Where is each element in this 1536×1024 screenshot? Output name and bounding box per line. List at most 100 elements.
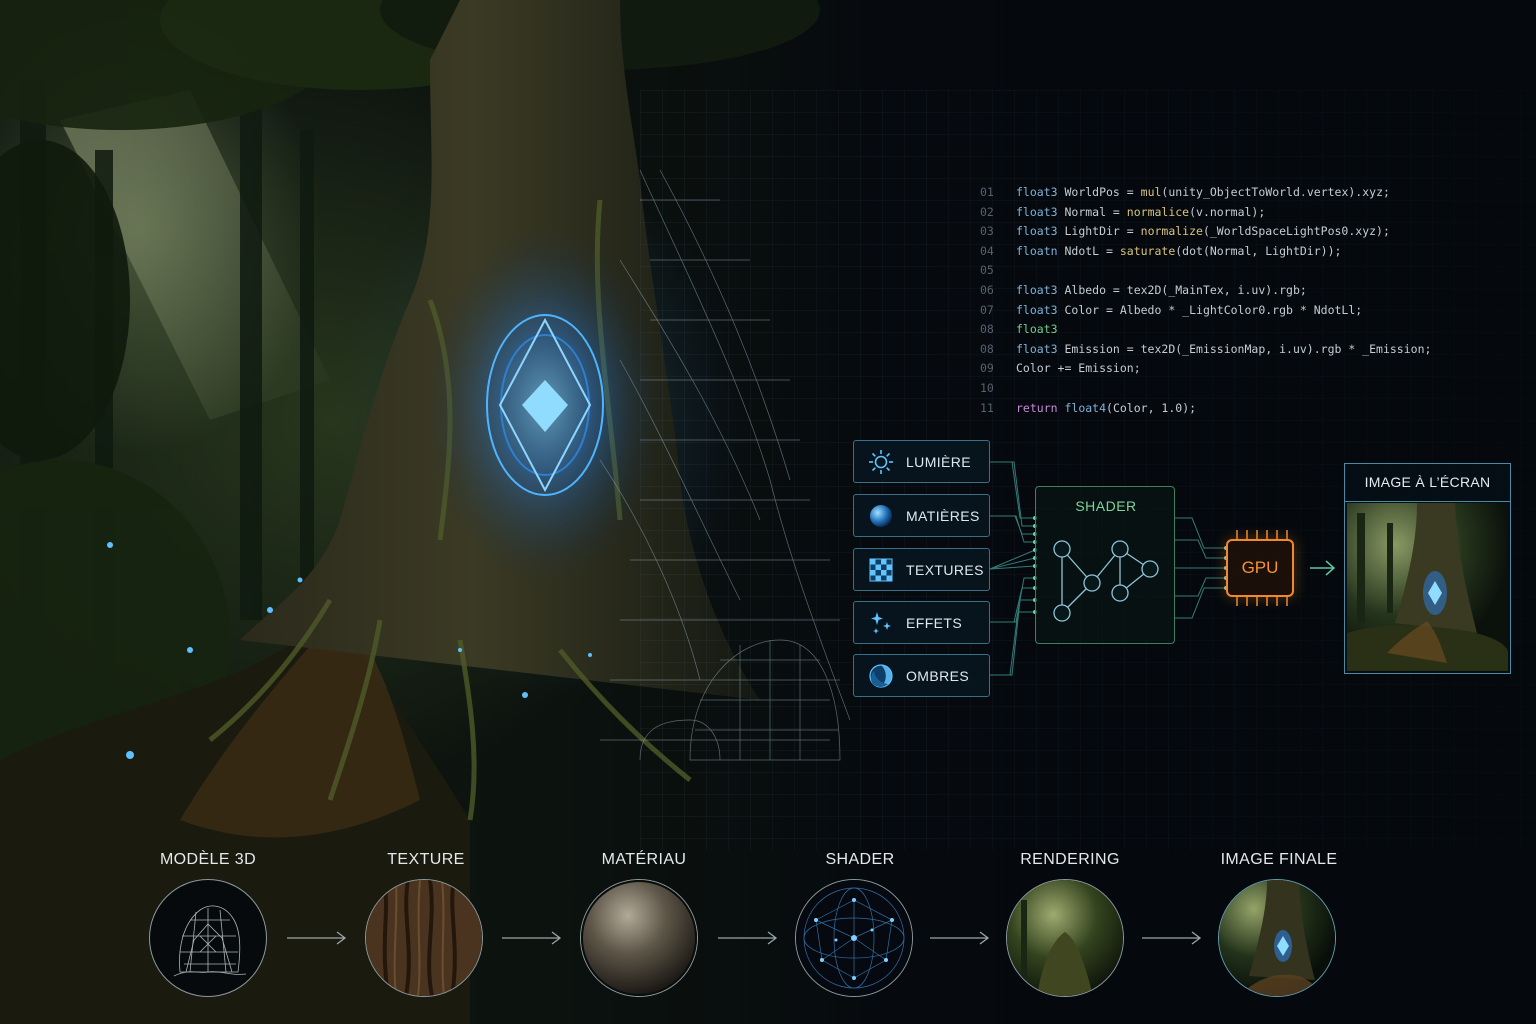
gpu-chip[interactable]: GPU (1226, 539, 1294, 597)
pipeline-label-rendering: RENDERING (1020, 851, 1120, 868)
pipeline-label-image-finale: IMAGE FINALE (1220, 851, 1338, 868)
code-token: float3 (1016, 224, 1058, 239)
mesh-icon (173, 905, 247, 977)
pipeline-stage-shader[interactable] (795, 879, 913, 997)
bark-texture-icon (366, 880, 482, 996)
pipeline-arrow (287, 931, 347, 945)
code-token: float3 (1016, 341, 1058, 356)
pipeline-stage-image-finale[interactable] (1218, 879, 1336, 997)
code-token: (v.normal); (1189, 204, 1266, 219)
code-token: floatn (1016, 243, 1058, 258)
code-token: Color = Albedo * _LightColor0.rgb * Ndot… (1057, 302, 1363, 317)
shader-sphere-icon (796, 880, 912, 996)
input-node-label: MATIÈRES (906, 507, 980, 524)
pipeline-label-texture: TEXTURE (387, 851, 465, 868)
gpu-label: GPU (1241, 558, 1279, 577)
pipeline-label-shader: SHADER (825, 851, 895, 868)
pipeline-stage-materiau[interactable] (580, 879, 698, 997)
code-token: float3 (1016, 204, 1058, 219)
material-sphere-icon (581, 880, 697, 996)
code-line-number: 09 (980, 361, 994, 376)
pipeline-arrow (930, 931, 990, 945)
code-token: float3 (1016, 322, 1058, 337)
code-token: return (1016, 400, 1058, 415)
code-line-number: 02 (980, 204, 994, 219)
rendered-image-thumbnail (1347, 503, 1508, 671)
input-node-effets[interactable]: EFFETS (853, 601, 990, 644)
checker-icon (869, 558, 893, 581)
code-line: 09 Color += Emission; (980, 359, 1480, 379)
render-sphere-icon (1007, 880, 1123, 996)
code-line: 06 float3 Albedo = tex2D(_MainTex, i.uv).… (980, 281, 1480, 301)
code-token: . (1299, 185, 1307, 199)
shader-node[interactable]: SHADER (1035, 486, 1175, 644)
sun-icon (869, 449, 893, 474)
final-image-icon (1219, 880, 1335, 996)
code-token: WorldPos = (1057, 185, 1141, 199)
code-token: NdotL = (1057, 243, 1120, 258)
code-line: 01 float3 WorldPos = mul(unity_ObjectToWo… (980, 183, 1480, 203)
input-node-matieres[interactable]: MATIÈRES (853, 494, 990, 537)
code-line-number: 06 (980, 282, 994, 297)
code-token: float4 (1064, 400, 1107, 415)
code-token: float3 (1016, 302, 1058, 317)
code-token: (dot(Normal, LightDir)); (1175, 243, 1342, 258)
input-node-ombres[interactable]: OMBRES (853, 654, 990, 697)
screen-output-title: IMAGE À L’ÉCRAN (1345, 464, 1510, 502)
code-token: (_WorldSpaceLightPos0.xyz); (1202, 224, 1390, 239)
pipeline-stage-modele-3d[interactable] (149, 879, 267, 997)
code-line: 03 float3 LightDir = normalize(_WorldSpac… (980, 222, 1480, 242)
code-line-number: 11 (980, 400, 994, 415)
code-line-number: 08 (980, 341, 994, 356)
code-line: 04 floatn NdotL = saturate(dot(Normal, Li… (980, 242, 1480, 262)
pipeline-label-materiau: MATÉRIAU (601, 851, 687, 868)
code-token: Color += Emission; (1016, 361, 1141, 376)
code-token: Normal = (1057, 204, 1127, 219)
code-token: float3 (1016, 282, 1058, 297)
code-line: 08 float3 Emission = tex2D(_EmissionMap, … (980, 340, 1480, 360)
code-line: 10 (980, 379, 1480, 399)
input-node-label: EFFETS (906, 614, 963, 631)
shadow-icon (869, 663, 893, 688)
pipeline-arrow (718, 931, 778, 945)
code-line: 02 float3 Normal = normalice(v.normal); (980, 203, 1480, 223)
code-line: 08 float3 (980, 320, 1480, 340)
input-node-textures[interactable]: TEXTURES (853, 548, 990, 591)
pipeline-arrow (502, 931, 562, 945)
node-graph-icon (1053, 540, 1159, 622)
code-line: 05 (980, 261, 1480, 281)
code-line-number: 03 (980, 224, 994, 239)
forest-scene (0, 0, 1536, 1024)
input-node-lumiere[interactable]: LUMIÈRE (853, 440, 990, 483)
code-line: 07 float3 Color = Albedo * _LightColor0.r… (980, 301, 1480, 321)
pipeline-arrow (1142, 931, 1202, 945)
code-line-number: 04 (980, 243, 994, 258)
code-token: float3 (1016, 185, 1058, 199)
code-line-number: 08 (980, 322, 994, 337)
sphere-icon (870, 504, 892, 527)
code-token: normalice (1126, 204, 1190, 219)
code-token: saturate (1119, 243, 1176, 258)
code-line-number: 10 (980, 380, 994, 395)
pipeline-stage-texture[interactable] (365, 879, 483, 997)
code-line-number: 07 (980, 302, 994, 317)
screen-output-panel[interactable]: IMAGE À L’ÉCRAN (1344, 463, 1511, 674)
input-node-label: LUMIÈRE (906, 453, 972, 470)
input-node-label: TEXTURES (906, 561, 984, 578)
pipeline-label-modele-3d: MODÈLE 3D (159, 851, 257, 868)
code-token: (unity_ObjectToWorld (1161, 185, 1300, 199)
input-node-label: OMBRES (906, 667, 970, 684)
code-token: mul (1140, 185, 1162, 199)
code-token: LightDir = (1057, 224, 1141, 239)
pipeline-stage-rendering[interactable] (1006, 879, 1124, 997)
code-line: 11 return float4(Color, 1.0); (980, 399, 1480, 419)
code-token: normalize (1140, 224, 1203, 239)
code-token: Albedo = tex2D(_MainTex, i.uv).rgb; (1057, 282, 1307, 297)
code-line-number: 05 (980, 263, 994, 278)
code-token: (Color, 1.0); (1106, 400, 1197, 415)
shader-code-panel: 01 float3 WorldPos = mul(unity_ObjectToWo… (980, 183, 1480, 418)
sparkles-icon (871, 611, 891, 634)
code-token: vertex).xyz; (1306, 185, 1390, 199)
code-line-number: 01 (980, 185, 994, 199)
code-token: Emission = tex2D(_EmissionMap, i.uv).rgb… (1057, 341, 1432, 356)
